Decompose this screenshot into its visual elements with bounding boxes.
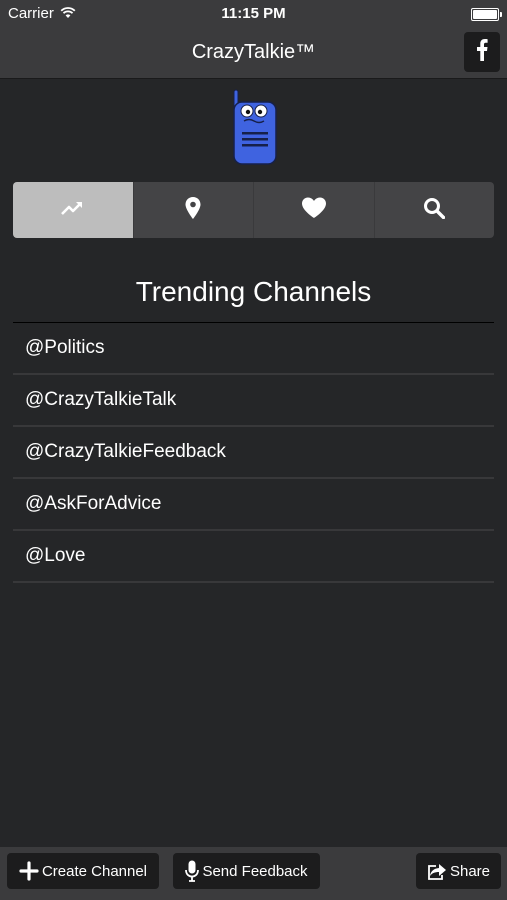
channel-filter-tabs (13, 182, 494, 238)
section-title: Trending Channels (135, 276, 372, 307)
tab-trending[interactable] (13, 182, 134, 238)
channel-list: @Politics @CrazyTalkieTalk @CrazyTalkieF… (13, 323, 494, 583)
microphone-icon (185, 860, 200, 882)
tab-nearby[interactable] (134, 182, 254, 238)
channel-item[interactable]: @CrazyTalkieFeedback (13, 427, 494, 479)
status-time: 11:15 PM (221, 5, 286, 22)
location-pin-icon (185, 196, 201, 224)
app-title: CrazyTalkie™ (191, 41, 316, 63)
create-channel-label: Create Channel (41, 862, 148, 880)
send-feedback-button[interactable]: Send Feedback (173, 853, 320, 889)
facebook-icon (476, 38, 488, 66)
share-icon (427, 862, 447, 880)
plus-icon (19, 861, 39, 881)
channel-item[interactable]: @CrazyTalkieTalk (13, 375, 494, 427)
battery-icon (471, 8, 502, 21)
facebook-button[interactable] (464, 32, 500, 72)
create-channel-button[interactable]: Create Channel (7, 853, 159, 889)
share-button[interactable]: Share (416, 853, 501, 889)
nav-bar: CrazyTalkie™ (0, 28, 507, 79)
tab-search[interactable] (375, 182, 495, 238)
tab-favorites[interactable] (254, 182, 375, 238)
heart-icon (301, 197, 327, 224)
trending-icon (60, 200, 85, 221)
bottom-toolbar: Create Channel Send Feedback Share (0, 847, 507, 900)
channel-item[interactable]: @Politics (13, 323, 494, 375)
channel-item[interactable]: @Love (13, 531, 494, 583)
status-bar: Carrier 11:15 PM (0, 0, 507, 28)
walkie-talkie-logo (229, 88, 281, 168)
send-feedback-label: Send Feedback (202, 862, 308, 880)
search-icon (423, 197, 446, 224)
channel-item[interactable]: @AskForAdvice (13, 479, 494, 531)
share-label: Share (449, 862, 491, 880)
